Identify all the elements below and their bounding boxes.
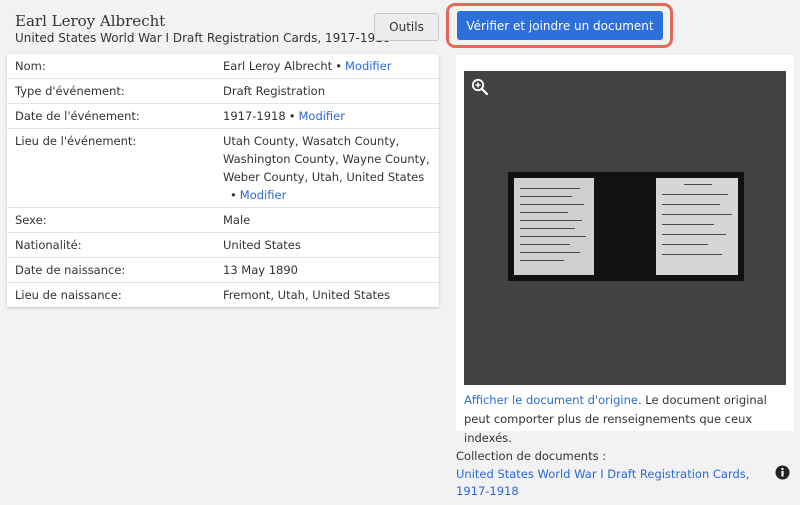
separator-dot: • — [335, 59, 342, 73]
separator-dot: • — [288, 109, 296, 123]
attach-record-button[interactable]: Vérifier et joindre un document — [457, 11, 663, 40]
fact-row-event-type: Type d'événement: Draft Registration — [7, 79, 439, 104]
tools-button[interactable]: Outils — [374, 13, 439, 41]
fact-row-event-date: Date de l'événement: 1917-1918 • Modifier — [7, 104, 439, 129]
fact-row-birth-date: Date de naissance: 13 May 1890 — [7, 258, 439, 283]
fact-value: Fremont, Utah, United States — [223, 288, 391, 302]
fact-value: United States — [223, 238, 301, 252]
fact-value-line: Utah County, Wasatch County, — [223, 134, 400, 148]
fact-row-nationality: Nationalité: United States — [7, 233, 439, 258]
fact-value-line: Weber County, Utah, United States — [223, 170, 425, 184]
edit-date-link[interactable]: Modifier — [298, 109, 345, 123]
fact-label: Lieu de naissance: — [15, 288, 122, 302]
edit-place-link[interactable]: Modifier — [240, 188, 287, 202]
document-thumbnail[interactable] — [508, 172, 744, 281]
document-image-viewer[interactable] — [464, 71, 786, 385]
fact-value: Draft Registration — [223, 84, 325, 98]
collection-link[interactable]: United States World War I Draft Registra… — [456, 466, 756, 500]
fact-label: Date de naissance: — [15, 263, 126, 277]
fact-value: Male — [223, 213, 251, 227]
separator-dot: • — [230, 188, 237, 202]
fact-label: Type d'événement: — [15, 84, 125, 98]
fact-label: Nationalité: — [15, 238, 82, 252]
fact-value-line: Washington County, Wayne County, — [223, 152, 430, 166]
document-viewer-card: Afficher le document d'origine. Le docum… — [456, 55, 794, 445]
fact-value: 1917-1918 • Modifier — [223, 104, 439, 128]
collection-subtitle: United States World War I Draft Registra… — [15, 31, 391, 45]
fact-label: Sexe: — [15, 213, 47, 227]
document-page-front — [514, 178, 594, 275]
fact-row-name: Nom: Earl Leroy Albrecht • Modifier — [7, 54, 439, 79]
document-page-back — [656, 178, 738, 275]
fact-value: Earl Leroy Albrecht • Modifier — [223, 54, 439, 78]
collection-label: Collection de documents : — [456, 449, 607, 463]
fact-value-text: 1917-1918 — [223, 109, 286, 123]
zoom-in-icon[interactable] — [471, 78, 489, 96]
fact-label: Lieu de l'événement: — [15, 134, 137, 148]
fact-value-text: Earl Leroy Albrecht — [223, 59, 333, 73]
fact-row-birth-place: Lieu de naissance: Fremont, Utah, United… — [7, 283, 439, 307]
person-name: Earl Leroy Albrecht — [15, 12, 166, 30]
view-original-link[interactable]: Afficher le document d'origine — [464, 393, 638, 407]
fact-value: Utah County, Wasatch County, Washington … — [223, 129, 439, 207]
info-icon[interactable] — [775, 465, 790, 480]
fact-label: Date de l'événement: — [15, 109, 140, 123]
edit-name-link[interactable]: Modifier — [345, 59, 392, 73]
fact-row-event-place: Lieu de l'événement: Utah County, Wasatc… — [7, 129, 439, 208]
fact-value: 13 May 1890 — [223, 263, 298, 277]
facts-table: Nom: Earl Leroy Albrecht • Modifier Type d… — [7, 54, 439, 307]
fact-row-sex: Sexe: Male — [7, 208, 439, 233]
viewer-caption: Afficher le document d'origine. Le docum… — [464, 391, 792, 448]
fact-label: Nom: — [15, 59, 46, 73]
